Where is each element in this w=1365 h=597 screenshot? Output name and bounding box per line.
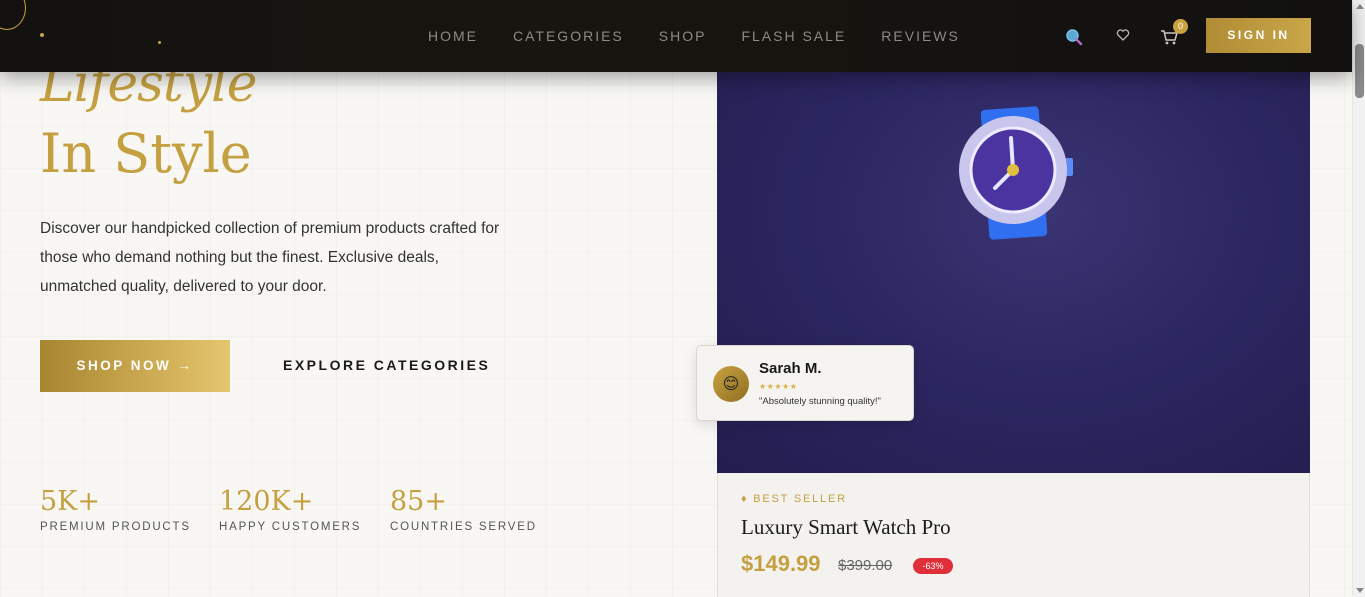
- stat-label: HAPPY CUSTOMERS: [219, 521, 362, 533]
- nav-link-flash-sale[interactable]: FLASH SALE: [741, 28, 846, 44]
- top-navbar: HOME CATEGORIES SHOP FLASH SALE REVIEWS …: [0, 0, 1352, 72]
- stat-label: COUNTRIES SERVED: [390, 521, 537, 533]
- logo-dot: [158, 41, 161, 44]
- explore-categories-button[interactable]: EXPLORE CATEGORIES: [283, 357, 490, 373]
- hero-description: Discover our handpicked collection of pr…: [40, 220, 500, 295]
- best-seller-badge: ♦ BEST SELLER: [741, 493, 847, 505]
- discount-badge: -63%: [913, 558, 953, 574]
- avatar: 😊: [713, 366, 749, 402]
- review-card: 😊 Sarah M. ★★★★★ "Absolutely stunning qu…: [696, 345, 914, 421]
- stat-value: 85+: [390, 486, 447, 517]
- stat-value: 5K+: [40, 486, 100, 517]
- shop-now-button[interactable]: SHOP NOW →: [40, 340, 230, 392]
- scroll-up-arrow-icon[interactable]: [1356, 4, 1364, 9]
- watch-icon: [959, 106, 1073, 240]
- heart-icon[interactable]: [1116, 28, 1130, 42]
- stat-value: 120K+: [219, 486, 314, 517]
- hero-title-line2: In Style: [40, 122, 252, 185]
- product-old-price: $399.00: [838, 557, 893, 574]
- stat-label: PREMIUM PRODUCTS: [40, 521, 191, 533]
- stat-happy-customers: 120K+ HAPPY CUSTOMERS: [219, 486, 361, 533]
- cart-count-badge: 0: [1173, 19, 1188, 34]
- product-price: $149.99: [741, 551, 821, 576]
- scroll-down-arrow-icon[interactable]: [1356, 588, 1364, 593]
- scrollbar-thumb[interactable]: [1355, 44, 1364, 98]
- logo-ring[interactable]: [0, 0, 26, 30]
- nav-link-categories[interactable]: CATEGORIES: [513, 28, 624, 44]
- nav-link-shop[interactable]: SHOP: [659, 28, 707, 44]
- search-icon[interactable]: [1065, 28, 1083, 46]
- review-text: "Absolutely stunning quality!": [759, 396, 881, 407]
- scrollbar[interactable]: [1352, 0, 1365, 597]
- stat-countries-served: 85+ COUNTRIES SERVED: [390, 486, 537, 533]
- nav-link-home[interactable]: HOME: [428, 28, 478, 44]
- sign-in-button[interactable]: SIGN IN: [1206, 18, 1311, 53]
- star-rating-icon: ★★★★★: [759, 382, 798, 391]
- stat-premium-products: 5K+ PREMIUM PRODUCTS: [40, 486, 191, 533]
- nav-links: HOME CATEGORIES SHOP FLASH SALE REVIEWS: [428, 28, 995, 44]
- reviewer-name: Sarah M.: [759, 360, 822, 377]
- logo-dot: [40, 33, 44, 37]
- nav-link-reviews[interactable]: REVIEWS: [881, 28, 960, 44]
- product-name[interactable]: Luxury Smart Watch Pro: [741, 515, 951, 540]
